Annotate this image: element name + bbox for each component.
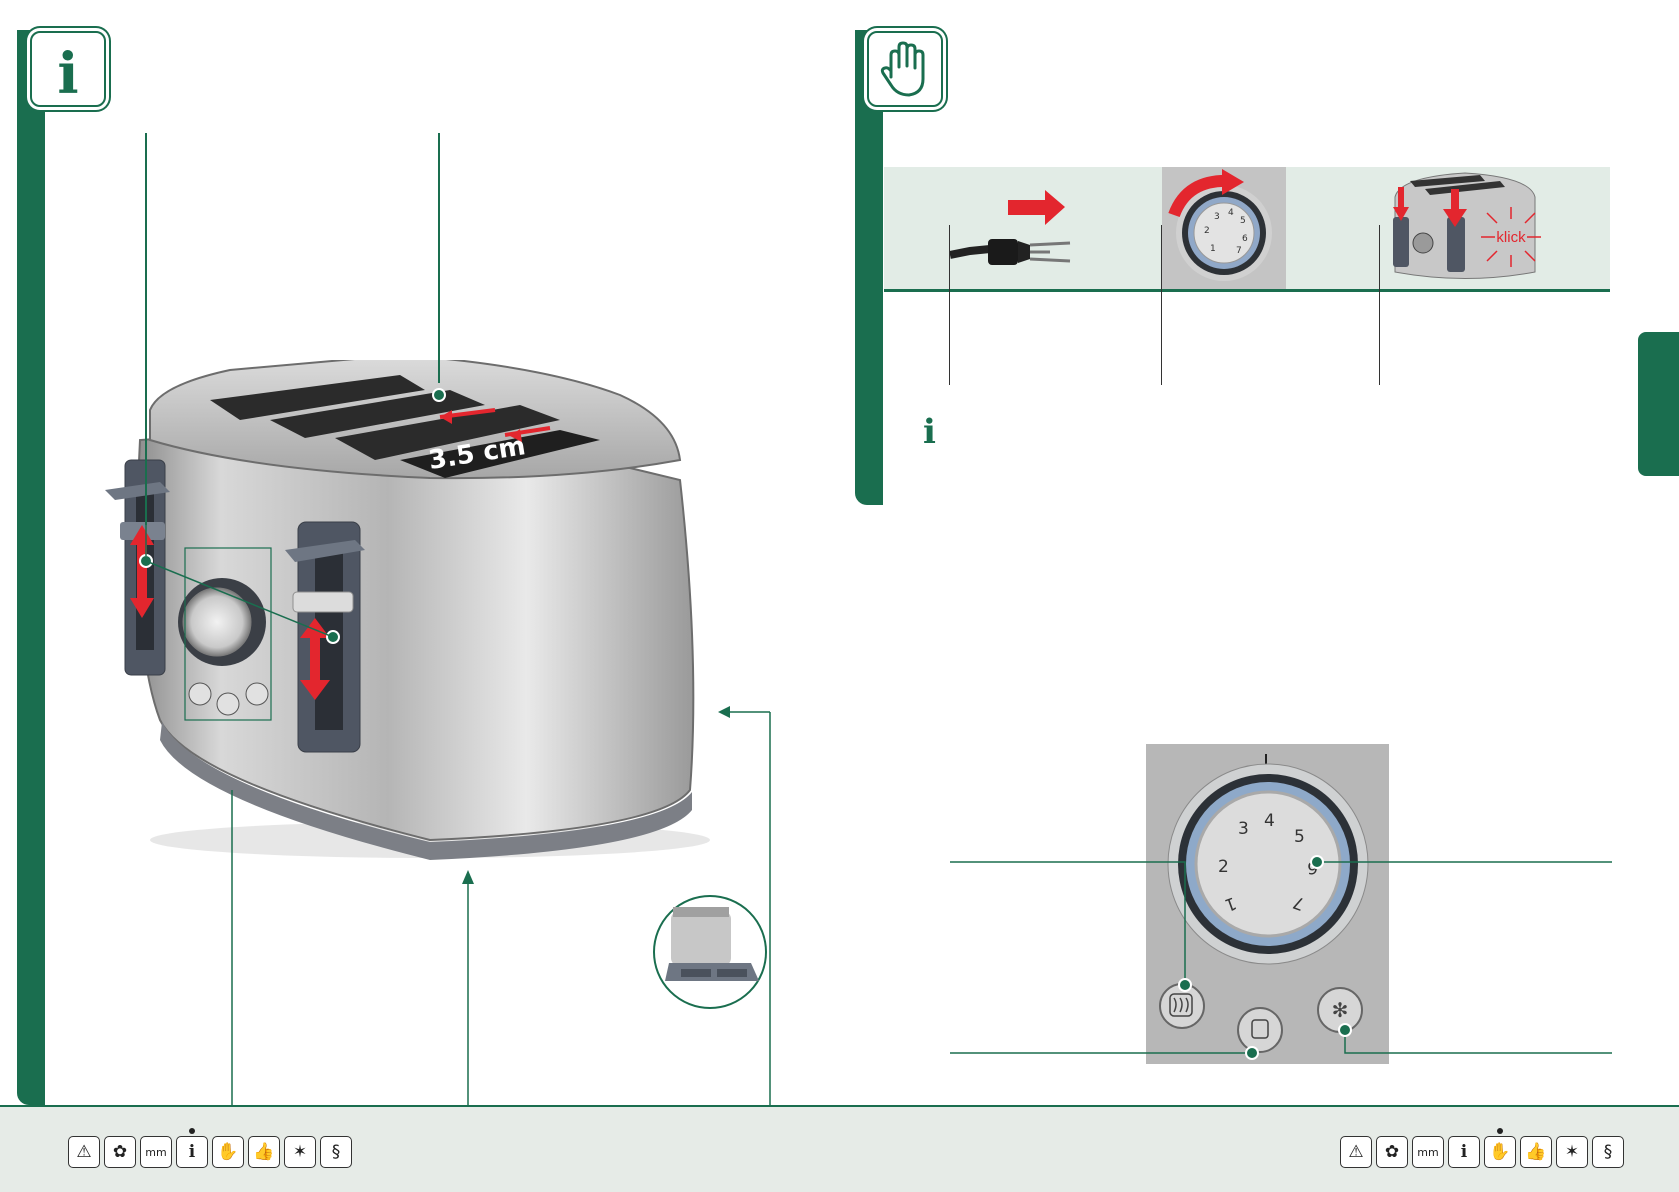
callout-dot-reheat <box>1178 978 1192 992</box>
asterisk-icon[interactable]: ✶ <box>1556 1136 1588 1168</box>
callout-dot-dial <box>1310 855 1324 869</box>
asterisk-icon[interactable]: ✶ <box>284 1136 316 1168</box>
thumbs-up-icon[interactable]: 👍 <box>248 1136 280 1168</box>
callout-dot-cancel <box>1245 1046 1259 1060</box>
info-icon[interactable]: i <box>1448 1136 1480 1168</box>
warning-icon[interactable]: ⚠ <box>1340 1136 1372 1168</box>
callout-dot-defrost <box>1338 1023 1352 1037</box>
warning-icon[interactable]: ⚠ <box>68 1136 100 1168</box>
footer-icons-left: ⚠ ✿ mm i ✋ 👍 ✶ § <box>68 1128 352 1170</box>
paragraph-icon[interactable]: § <box>320 1136 352 1168</box>
paragraph-icon[interactable]: § <box>1592 1136 1624 1168</box>
info-icon[interactable]: i <box>176 1128 208 1168</box>
ruler-mm-icon[interactable]: mm <box>140 1136 172 1168</box>
thumbs-up-icon[interactable]: 👍 <box>1520 1136 1552 1168</box>
footer-icons-right: ⚠ ✿ mm i ✋ 👍 ✶ § <box>1340 1128 1624 1170</box>
control-panel-leaders <box>950 861 1612 1054</box>
ruler-mm-icon[interactable]: mm <box>1412 1136 1444 1168</box>
eco-flower-icon[interactable]: ✿ <box>1376 1136 1408 1168</box>
eco-flower-icon[interactable]: ✿ <box>104 1136 136 1168</box>
hand-icon[interactable]: ✋ <box>212 1136 244 1168</box>
hand-icon[interactable]: ✋ <box>1484 1128 1516 1168</box>
